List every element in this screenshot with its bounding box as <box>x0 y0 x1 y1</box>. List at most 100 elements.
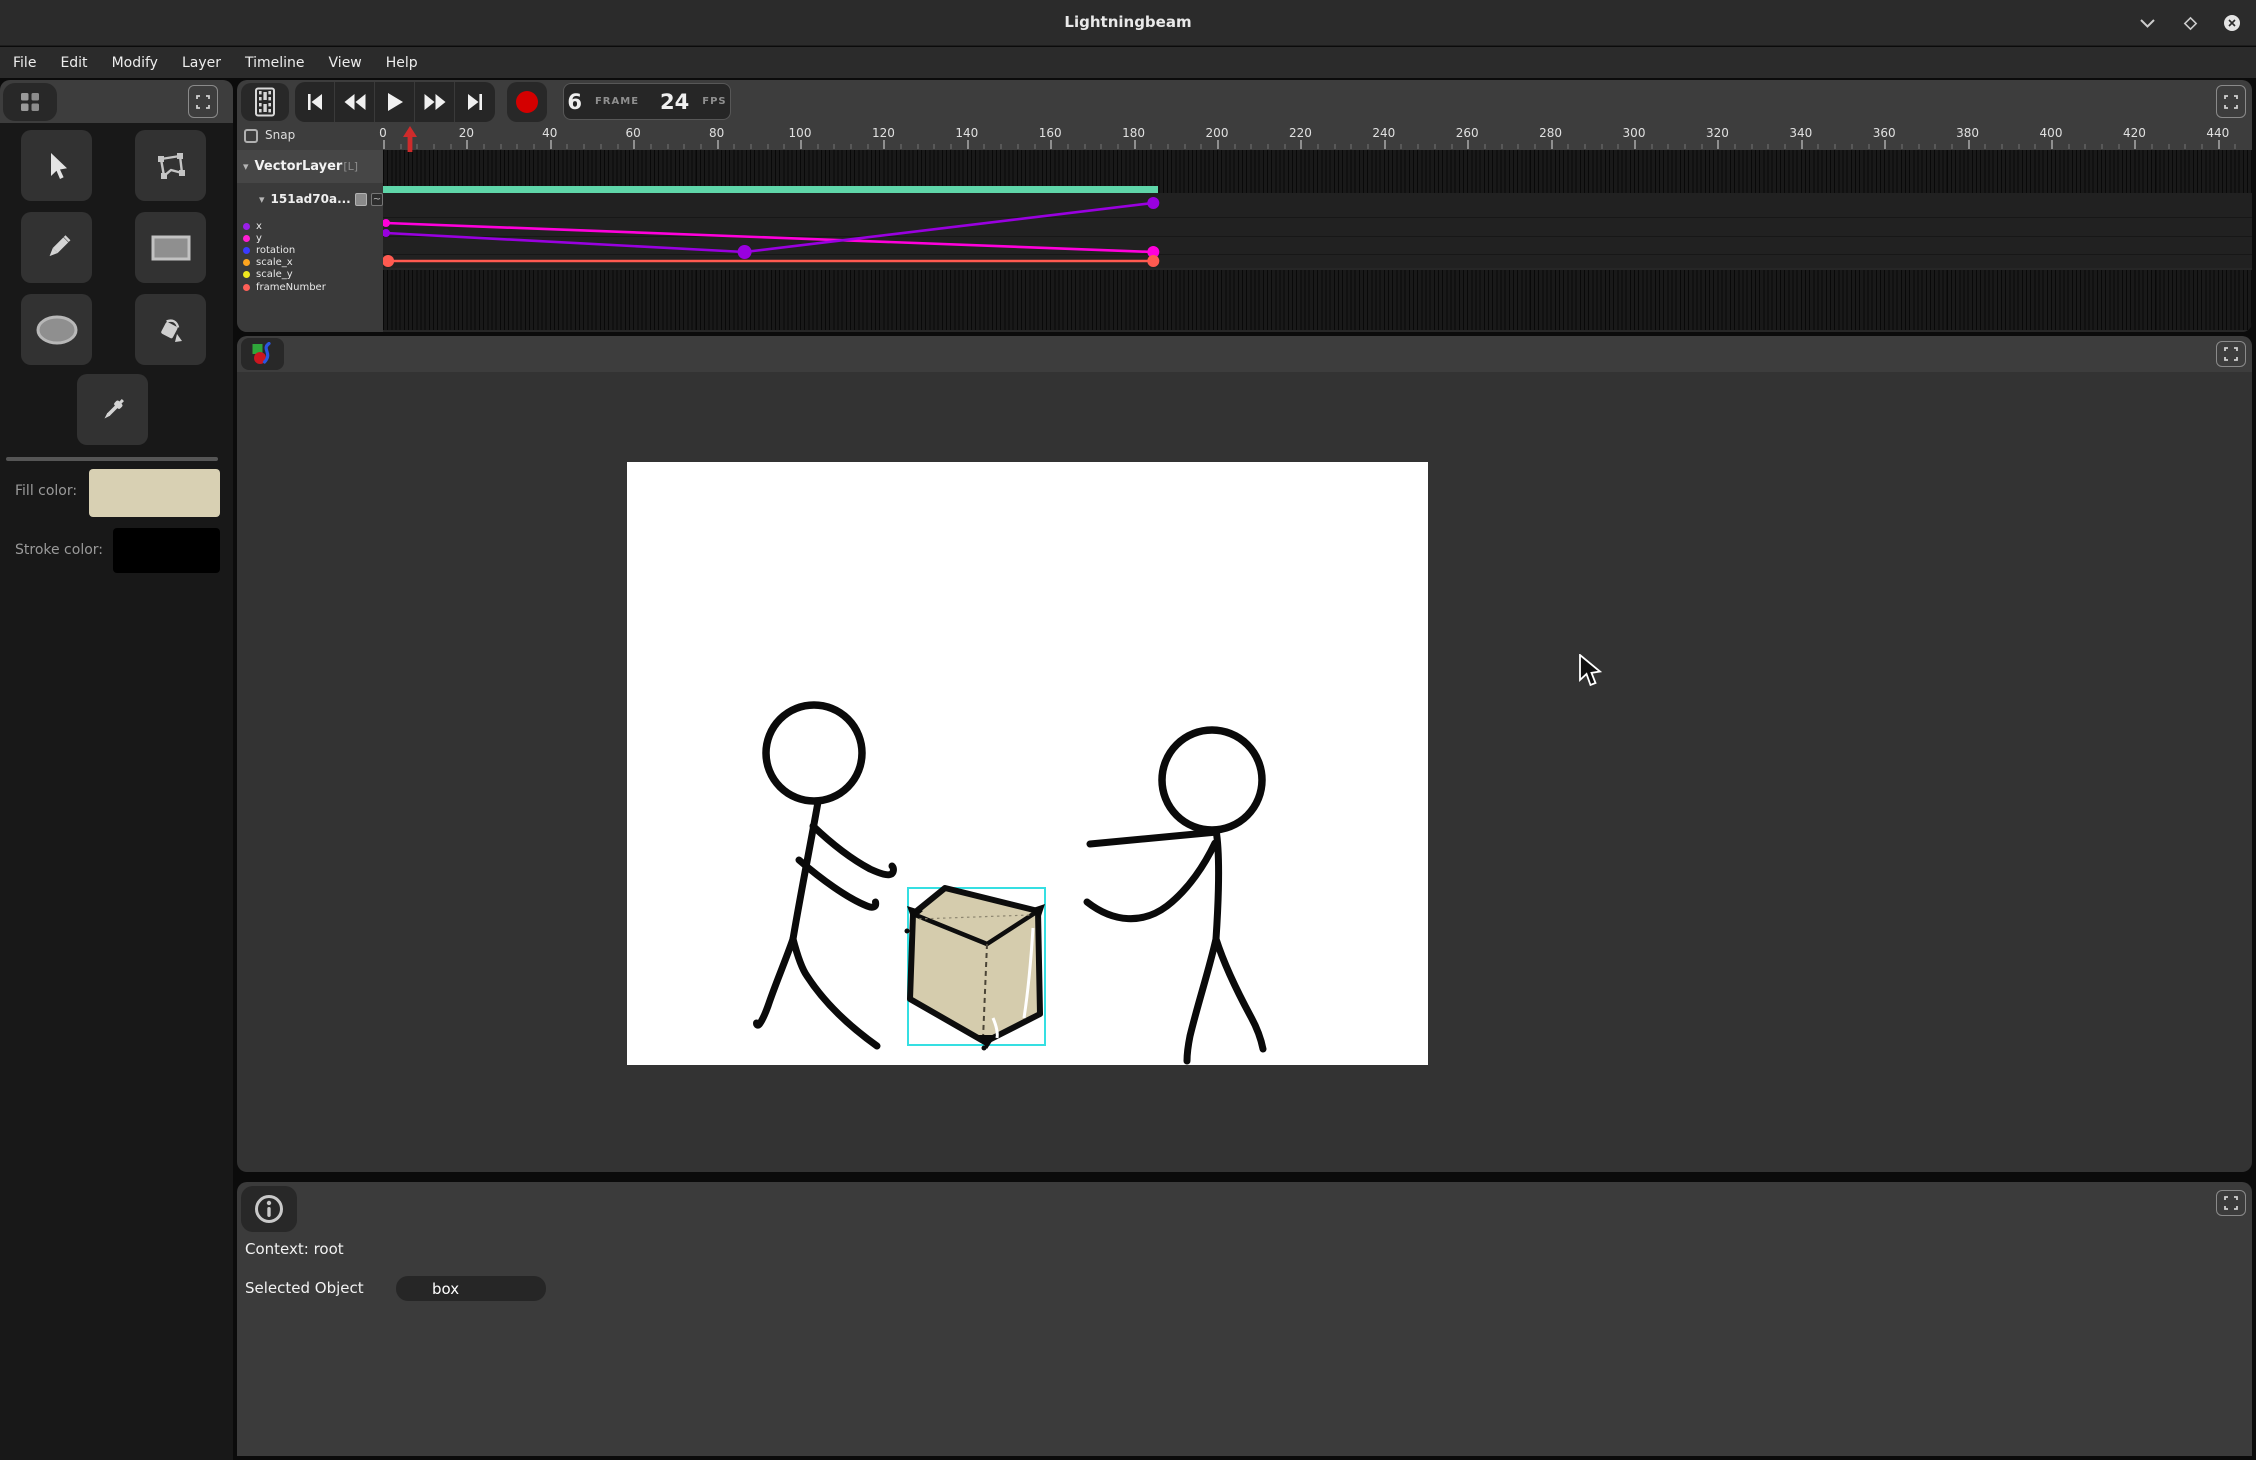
ruler-label: 0 <box>379 126 387 140</box>
info-panel-expand-button[interactable] <box>2216 1190 2246 1216</box>
eyedropper-tool-button[interactable] <box>77 374 148 445</box>
keyframe-x[interactable] <box>1147 197 1159 209</box>
sublayer-swatch-toggle[interactable] <box>355 193 367 206</box>
timeline-curves[interactable] <box>383 150 2252 332</box>
fps-value: 24 <box>660 90 689 114</box>
menu-layer[interactable]: Layer <box>170 55 233 71</box>
expand-icon <box>2224 347 2238 361</box>
fill-color-swatch[interactable] <box>89 469 220 517</box>
app-window: Lightningbeam FileEditModifyLayerTimelin… <box>0 0 2256 1460</box>
transform-icon <box>155 150 187 182</box>
selected-object-dropdown[interactable]: box <box>396 1276 546 1301</box>
rewind-button[interactable] <box>335 82 375 122</box>
close-icon[interactable] <box>2224 15 2240 31</box>
menu-edit[interactable]: Edit <box>48 55 99 71</box>
tools-panel-header <box>0 80 233 123</box>
timeline-expand-button[interactable] <box>2216 85 2246 118</box>
property-rotation[interactable]: rotation <box>243 244 295 256</box>
window-controls <box>2140 0 2240 46</box>
sublayer-row[interactable]: ▾ 151ad70a... ~ <box>237 188 383 210</box>
snap-checkbox[interactable] <box>244 129 258 143</box>
info-panel: Context: root Selected Object box <box>237 1182 2252 1456</box>
tools-divider <box>6 457 218 461</box>
eyedropper-icon <box>97 394 129 426</box>
collapse-triangle-icon[interactable]: ▾ <box>259 193 265 206</box>
sublayer-name: 151ad70a... <box>271 192 351 206</box>
select-tool-button[interactable] <box>21 130 92 201</box>
stroke-color-label: Stroke color: <box>15 542 103 558</box>
ruler-label: 440 <box>2206 126 2229 140</box>
ruler-label: 280 <box>1539 126 1562 140</box>
expand-icon <box>2224 1196 2238 1210</box>
film-button[interactable] <box>241 83 289 121</box>
menu-timeline[interactable]: Timeline <box>233 55 317 71</box>
title-bar: Lightningbeam <box>0 0 2256 46</box>
keyframe-x[interactable] <box>383 229 390 237</box>
drawing-stage[interactable] <box>627 462 1428 1065</box>
record-button[interactable] <box>507 82 547 122</box>
ruler-label: 100 <box>789 126 812 140</box>
ellipse-tool-button[interactable] <box>21 294 92 365</box>
skip-to-start-button[interactable] <box>295 82 335 122</box>
shapes-button[interactable] <box>241 338 284 370</box>
ruler-label: 200 <box>1206 126 1229 140</box>
paint-bucket-icon <box>155 314 187 346</box>
sublayer-ease-toggle[interactable]: ~ <box>371 193 383 206</box>
record-icon <box>516 91 538 113</box>
menu-file[interactable]: File <box>1 55 48 71</box>
tools-panel-expand-button[interactable] <box>188 85 218 118</box>
panel-grid-button[interactable] <box>3 83 57 121</box>
box-shape[interactable] <box>910 888 1040 1042</box>
property-x[interactable]: x <box>243 220 262 232</box>
keyframe-y[interactable] <box>383 219 390 227</box>
ruler-label: 140 <box>955 126 978 140</box>
timeline-ruler[interactable]: Snap 02040608010012014016018020022024026… <box>237 123 2252 150</box>
minimize-icon[interactable] <box>2140 19 2155 28</box>
frame-value: 6 <box>567 90 582 114</box>
paint-bucket-tool-button[interactable] <box>135 294 206 365</box>
skip-to-end-button[interactable] <box>455 82 495 122</box>
collapse-triangle-icon[interactable]: ▾ <box>243 160 249 173</box>
selected-object-label: Selected Object <box>245 1279 364 1297</box>
film-strip-icon <box>252 87 278 117</box>
snap-label: Snap <box>265 128 295 142</box>
property-color-dot <box>243 271 250 278</box>
property-color-dot <box>243 247 250 254</box>
ruler-label: 220 <box>1289 126 1312 140</box>
expand-icon <box>196 95 210 109</box>
property-frameNumber[interactable]: frameNumber <box>243 281 326 293</box>
property-scale_x[interactable]: scale_x <box>243 257 293 269</box>
pencil-tool-button[interactable] <box>21 212 92 283</box>
window-title: Lightningbeam <box>0 13 2256 31</box>
menu-help[interactable]: Help <box>374 55 430 71</box>
property-y[interactable]: y <box>243 232 262 244</box>
menu-view[interactable]: View <box>317 55 374 71</box>
playback-controls <box>295 82 495 122</box>
timeline-cells[interactable] <box>383 150 2252 332</box>
maximize-icon[interactable] <box>2183 16 2198 31</box>
rectangle-tool-button[interactable] <box>135 212 206 283</box>
property-scale_y[interactable]: scale_y <box>243 269 293 281</box>
ruler-label: 180 <box>1122 126 1145 140</box>
info-icon <box>253 1193 285 1225</box>
canvas-expand-button[interactable] <box>2216 341 2246 367</box>
keyframe-frameNumber[interactable] <box>383 255 394 267</box>
property-color-dot <box>243 235 250 242</box>
stroke-color-swatch[interactable] <box>113 528 220 573</box>
timeline-panel: 6 FRAME 24 FPS Snap 02040608010012014016… <box>237 80 2252 332</box>
fast-forward-button[interactable] <box>415 82 455 122</box>
frame-fps-display: 6 FRAME 24 FPS <box>563 83 731 120</box>
play-button[interactable] <box>375 82 415 122</box>
menu-modify[interactable]: Modify <box>100 55 170 71</box>
rectangle-icon <box>150 233 192 263</box>
pencil-icon <box>41 232 73 264</box>
layer-row-vectorlayer[interactable]: ▾ VectorLayer [L] <box>237 150 383 183</box>
keyframe-x[interactable] <box>738 245 752 259</box>
playhead[interactable] <box>403 126 417 152</box>
keyframe-frameNumber[interactable] <box>1147 255 1159 267</box>
ruler-label: 160 <box>1039 126 1062 140</box>
layer-tag: [L] <box>343 160 358 173</box>
info-button[interactable] <box>241 1186 297 1232</box>
transform-tool-button[interactable] <box>135 130 206 201</box>
property-color-dot <box>243 284 250 291</box>
